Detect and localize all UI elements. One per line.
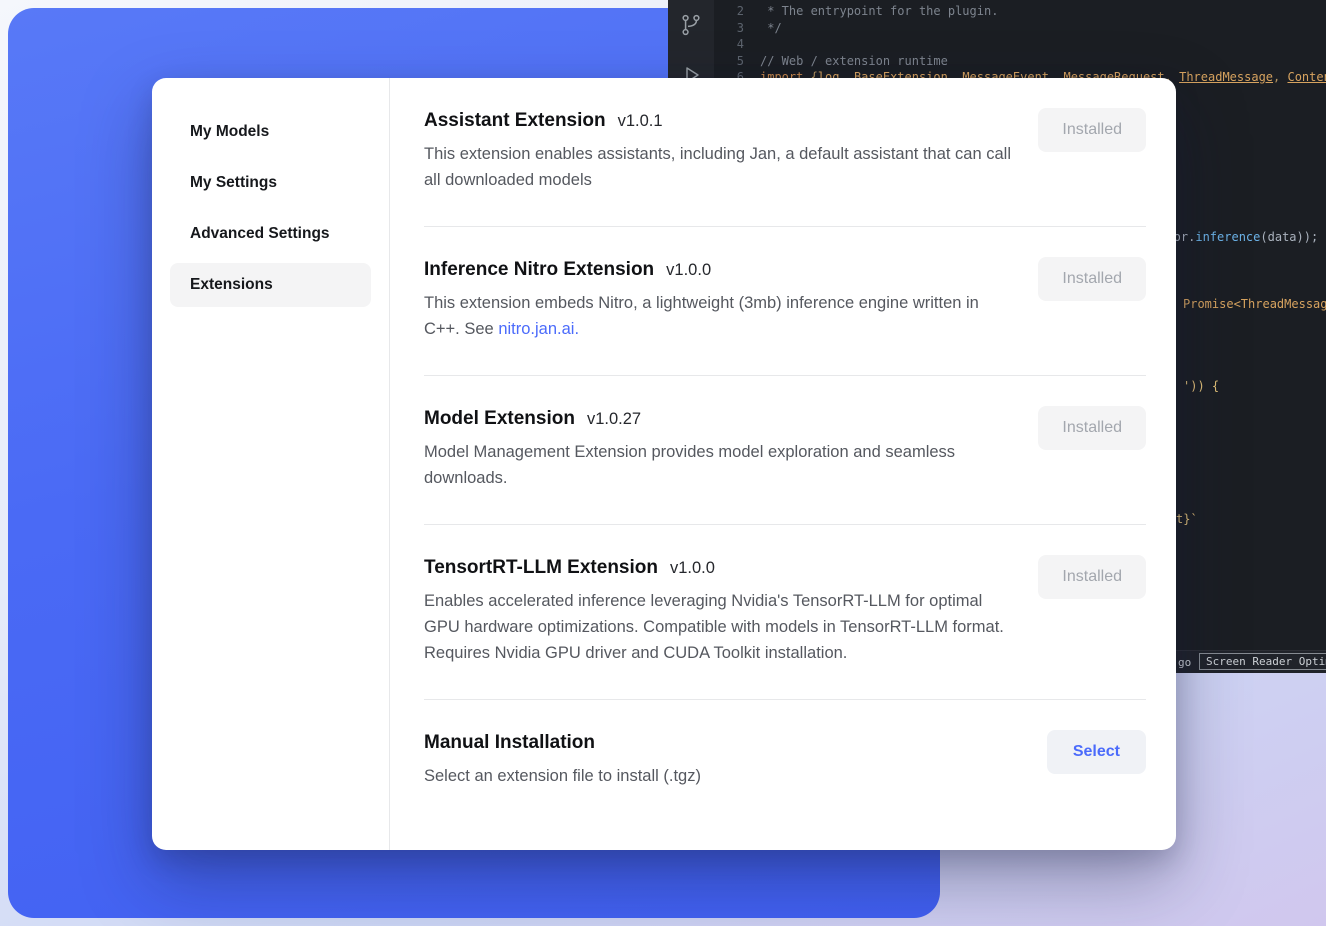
editor-line-numbers: 2 3 4 5 6 bbox=[714, 3, 744, 86]
select-file-button[interactable]: Select bbox=[1047, 730, 1146, 774]
code-fragment: rator.inference(data)); bbox=[1152, 229, 1318, 246]
code-fragment: t}` bbox=[1176, 511, 1198, 528]
installed-button[interactable]: Installed bbox=[1038, 555, 1146, 599]
code-line: // Web / extension runtime bbox=[760, 53, 1326, 70]
extension-row-nitro: Inference Nitro Extension v1.0.0 This ex… bbox=[424, 227, 1146, 376]
sidebar-item-advanced-settings[interactable]: Advanced Settings bbox=[170, 212, 371, 256]
extension-version: v1.0.1 bbox=[618, 112, 663, 131]
manual-installation-row: Manual Installation Select an extension … bbox=[424, 700, 1146, 822]
sidebar-item-extensions[interactable]: Extensions bbox=[170, 263, 371, 307]
code-line bbox=[760, 36, 1326, 53]
extension-description: This extension enables assistants, inclu… bbox=[424, 141, 1012, 193]
nitro-jan-ai-link[interactable]: nitro.jan.ai. bbox=[498, 320, 579, 338]
manual-installation-title: Manual Installation bbox=[424, 732, 595, 754]
extension-row-model: Model Extension v1.0.27 Model Management… bbox=[424, 376, 1146, 525]
editor-code: * The entrypoint for the plugin. */ // W… bbox=[760, 3, 1326, 86]
extension-version: v1.0.0 bbox=[666, 261, 711, 280]
code-line: * The entrypoint for the plugin. bbox=[760, 3, 1326, 20]
git-branch-icon[interactable] bbox=[678, 12, 704, 43]
manual-installation-description: Select an extension file to install (.tg… bbox=[424, 763, 701, 789]
extension-version: v1.0.0 bbox=[670, 559, 715, 578]
extension-description: Enables accelerated inference leveraging… bbox=[424, 588, 1012, 666]
code-fragment: ')) { bbox=[1183, 378, 1219, 395]
extension-title: Inference Nitro Extension bbox=[424, 259, 654, 281]
extension-title: Model Extension bbox=[424, 408, 575, 430]
installed-button[interactable]: Installed bbox=[1038, 108, 1146, 152]
extension-title: Assistant Extension bbox=[424, 110, 606, 132]
installed-button[interactable]: Installed bbox=[1038, 406, 1146, 450]
settings-modal: My Models My Settings Advanced Settings … bbox=[152, 78, 1176, 850]
extension-row-assistant: Assistant Extension v1.0.1 This extensio… bbox=[424, 78, 1146, 227]
extension-title: TensortRT-LLM Extension bbox=[424, 557, 658, 579]
extension-description: Model Management Extension provides mode… bbox=[424, 439, 1012, 491]
code-fragment: Promise<ThreadMessage> bbox=[1183, 296, 1326, 313]
screen-reader-optimize-badge[interactable]: Screen Reader Optimize bbox=[1199, 653, 1326, 670]
installed-button[interactable]: Installed bbox=[1038, 257, 1146, 301]
sidebar-item-my-settings[interactable]: My Settings bbox=[170, 161, 371, 205]
sidebar-item-my-models[interactable]: My Models bbox=[170, 110, 371, 154]
statusbar-text: go bbox=[1178, 655, 1191, 672]
extension-version: v1.0.27 bbox=[587, 410, 641, 429]
extensions-panel: Assistant Extension v1.0.1 This extensio… bbox=[390, 78, 1176, 850]
extension-description: This extension embeds Nitro, a lightweig… bbox=[424, 290, 1012, 342]
code-line: */ bbox=[760, 20, 1326, 37]
settings-sidebar: My Models My Settings Advanced Settings … bbox=[152, 78, 390, 850]
extension-row-tensorrt: TensortRT-LLM Extension v1.0.0 Enables a… bbox=[424, 525, 1146, 700]
